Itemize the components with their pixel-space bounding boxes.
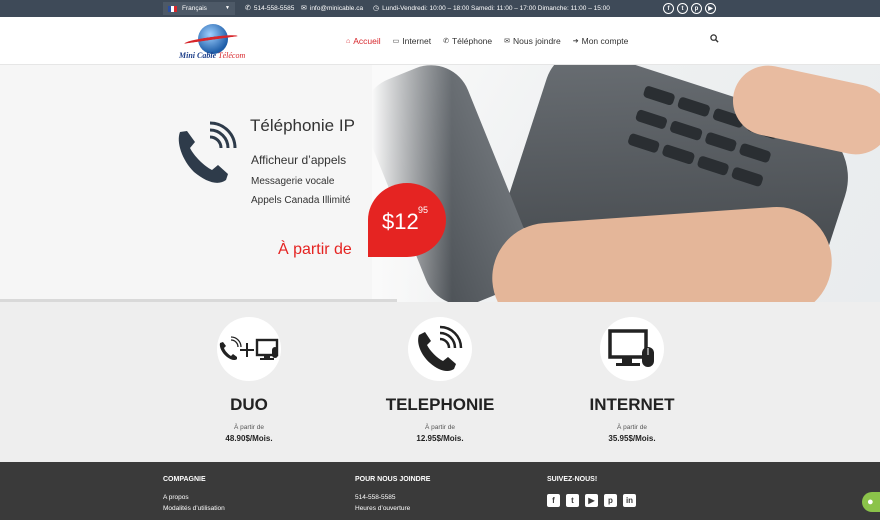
service-from: À partir de: [234, 424, 264, 431]
logo-text: Mini Cable Télécom: [179, 51, 246, 60]
footer-heading: POUR NOUS JOINDRE: [355, 476, 431, 483]
chat-button[interactable]: ●: [862, 492, 880, 512]
nav-label: Téléphone: [451, 36, 493, 46]
topbar-phone[interactable]: ✆ 514-558-5585: [245, 4, 295, 13]
pinterest-icon[interactable]: p: [691, 3, 702, 14]
price-badge: $12 95: [368, 183, 446, 257]
hero-from-label: À partir de: [278, 241, 352, 258]
chat-icon: ●: [867, 496, 874, 508]
nav-label: Internet: [402, 36, 432, 46]
nav-label: Mon compte: [581, 36, 629, 46]
footer-heading: COMPAGNIE: [163, 476, 206, 483]
hero-feature: Afficheur d’appels: [251, 153, 347, 167]
topbar-email-text: info@minicable.ca: [309, 4, 364, 12]
service-price: 35.95$/Mois.: [608, 434, 656, 443]
duo-icon: [217, 317, 281, 381]
service-title: TELEPHONIE: [385, 395, 495, 414]
footer-link-modalites[interactable]: Modalités d’utilisation: [163, 505, 225, 512]
main-navbar: Mini Cable Télécom ⌂ Accueil ▭ Internet …: [0, 17, 880, 65]
service-card-telephonie[interactable]: TELEPHONIE À partir de 12.95$/Mois.: [360, 317, 520, 443]
envelope-icon: ✉: [504, 38, 511, 45]
computer-icon: [600, 317, 664, 381]
youtube-icon[interactable]: ▶: [705, 3, 716, 14]
nav-item-nous-joindre[interactable]: ✉ Nous joindre: [504, 36, 561, 46]
footer-link-phone[interactable]: 514-558-5585: [355, 494, 430, 501]
footer-link-apropos[interactable]: A propos: [163, 494, 225, 501]
footer-social-icons: f t ▶ p in: [547, 494, 636, 507]
phone-icon: ✆: [245, 5, 251, 12]
price-cents: 95: [418, 205, 429, 215]
nav-item-internet[interactable]: ▭ Internet: [393, 36, 431, 46]
login-icon: ➔: [572, 38, 579, 45]
hero-banner: Téléphonie IP Afficheur d’appels Message…: [0, 65, 880, 302]
service-price: 12.95$/Mois.: [416, 434, 464, 443]
footer-link-hours[interactable]: Heures d’ouverture: [355, 505, 430, 512]
footer-contact: POUR NOUS JOINDRE 514-558-5585 Heures d’…: [355, 476, 430, 516]
facebook-icon[interactable]: f: [663, 3, 674, 14]
nav-item-accueil[interactable]: ⌂ Accueil: [346, 36, 381, 46]
topbar-phone-text: 514-558-5585: [253, 4, 295, 12]
language-label: Français: [182, 5, 207, 12]
twitter-icon[interactable]: t: [566, 494, 579, 507]
service-price: 48.90$/Mois.: [225, 434, 273, 443]
service-title: INTERNET: [589, 395, 675, 414]
topbar-hours-text: Lundi-Vendredi: 10:00 – 18:00 Samedi: 11…: [382, 4, 610, 12]
footer: COMPAGNIE A propos Modalités d’utilisati…: [0, 462, 880, 520]
hero-title: Téléphonie IP: [250, 116, 355, 135]
topbar-hours: ◷ Lundi-Vendredi: 10:00 – 18:00 Samedi: …: [373, 4, 610, 13]
nav-label: Accueil: [353, 36, 381, 46]
hero-feature: Appels Canada Illimité: [251, 195, 351, 206]
phone-signal-icon: [172, 120, 240, 188]
price-main: $12: [382, 209, 419, 234]
services-section: DUO À partir de 48.90$/Mois. TELEPHONIE …: [0, 302, 880, 462]
nav-item-telephone[interactable]: ✆ Téléphone: [443, 36, 492, 46]
monitor-icon: ▭: [392, 38, 400, 45]
pinterest-icon[interactable]: p: [604, 494, 617, 507]
search-icon[interactable]: [710, 34, 719, 46]
nav-label: Nous joindre: [513, 36, 561, 46]
service-from: À partir de: [425, 424, 455, 431]
phone-icon: ✆: [443, 38, 449, 45]
clock-icon: ◷: [373, 5, 380, 12]
footer-social: SUIVEZ-NOUS! f t ▶ p in: [547, 476, 636, 511]
top-bar: Français ▼ ✆ 514-558-5585 ✉ info@minicab…: [0, 0, 880, 17]
twitter-icon[interactable]: t: [677, 3, 688, 14]
facebook-icon[interactable]: f: [547, 494, 560, 507]
home-icon: ⌂: [346, 37, 351, 45]
hero-feature: Messagerie vocale: [251, 176, 335, 187]
chevron-down-icon: ▼: [225, 5, 230, 11]
linkedin-icon[interactable]: in: [623, 494, 636, 507]
hero-phone-image: [372, 65, 880, 302]
service-from: À partir de: [617, 424, 647, 431]
service-card-duo[interactable]: DUO À partir de 48.90$/Mois.: [169, 317, 329, 443]
main-menu: ⌂ Accueil ▭ Internet ✆ Téléphone ✉ Nous …: [346, 36, 628, 46]
language-selector[interactable]: Français ▼: [163, 2, 235, 15]
nav-item-mon-compte[interactable]: ➔ Mon compte: [573, 36, 629, 46]
site-logo[interactable]: Mini Cable Télécom: [178, 21, 258, 61]
topbar-social: f t p ▶: [663, 3, 716, 14]
topbar-email[interactable]: ✉ info@minicable.ca: [301, 4, 364, 13]
phone-signal-icon: [408, 317, 472, 381]
french-flag-icon: [168, 5, 177, 12]
youtube-icon[interactable]: ▶: [585, 494, 598, 507]
footer-company: COMPAGNIE A propos Modalités d’utilisati…: [163, 476, 225, 516]
envelope-icon: ✉: [301, 5, 307, 12]
footer-heading: SUIVEZ-NOUS!: [547, 476, 598, 483]
service-title: DUO: [230, 395, 268, 414]
service-card-internet[interactable]: INTERNET À partir de 35.95$/Mois.: [552, 317, 712, 443]
